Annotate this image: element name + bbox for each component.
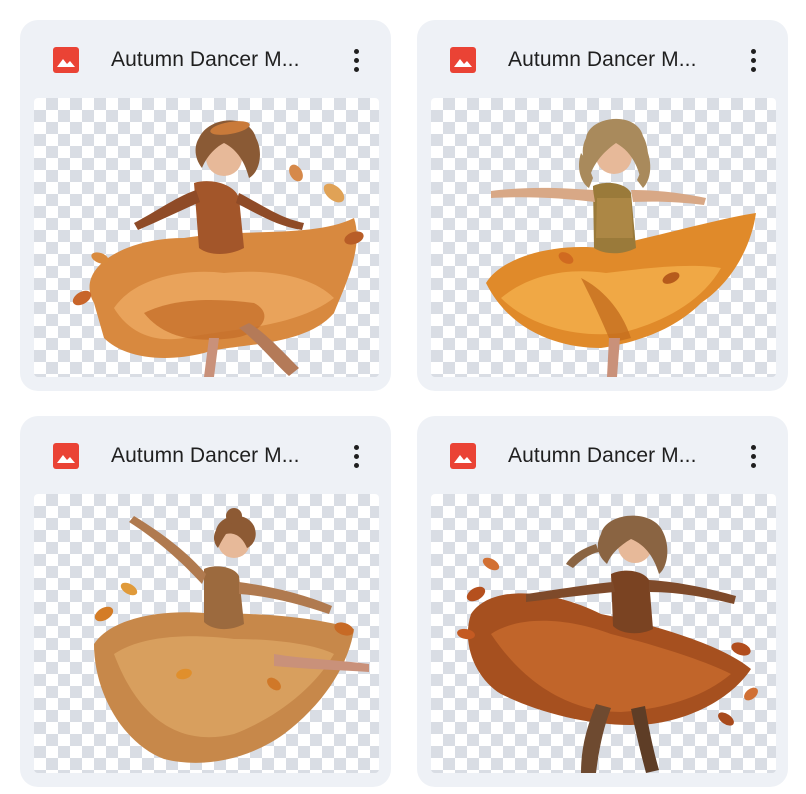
file-card[interactable]: Autumn Dancer M...	[417, 416, 788, 787]
more-options-button[interactable]	[340, 438, 372, 474]
file-title[interactable]: Autumn Dancer M...	[508, 442, 723, 470]
image-file-icon	[53, 443, 79, 469]
file-title[interactable]: Autumn Dancer M...	[111, 46, 326, 74]
file-card-header: Autumn Dancer M...	[20, 20, 391, 98]
file-thumbnail[interactable]	[34, 98, 379, 377]
file-card-header: Autumn Dancer M...	[20, 416, 391, 494]
more-vert-icon	[353, 48, 359, 54]
dancer-image	[72, 120, 364, 377]
more-options-button[interactable]	[737, 438, 769, 474]
more-options-button[interactable]	[737, 42, 769, 78]
more-vert-icon	[353, 444, 359, 450]
file-card[interactable]: Autumn Dancer M...	[417, 20, 788, 391]
more-options-button[interactable]	[340, 42, 372, 78]
image-file-icon	[450, 47, 476, 73]
image-file-icon	[450, 443, 476, 469]
dancer-image	[486, 118, 756, 377]
dancer-image	[94, 508, 369, 763]
image-file-icon	[53, 47, 79, 73]
file-thumbnail[interactable]	[34, 494, 379, 773]
file-card[interactable]: Autumn Dancer M...	[20, 416, 391, 787]
file-card-header: Autumn Dancer M...	[417, 20, 788, 98]
file-thumbnail[interactable]	[431, 98, 776, 377]
dancer-image	[457, 515, 758, 773]
file-thumbnail[interactable]	[431, 494, 776, 773]
file-card-header: Autumn Dancer M...	[417, 416, 788, 494]
file-card[interactable]: Autumn Dancer M...	[20, 20, 391, 391]
file-title[interactable]: Autumn Dancer M...	[508, 46, 723, 74]
more-vert-icon	[750, 48, 756, 54]
more-vert-icon	[750, 444, 756, 450]
file-title[interactable]: Autumn Dancer M...	[111, 442, 326, 470]
